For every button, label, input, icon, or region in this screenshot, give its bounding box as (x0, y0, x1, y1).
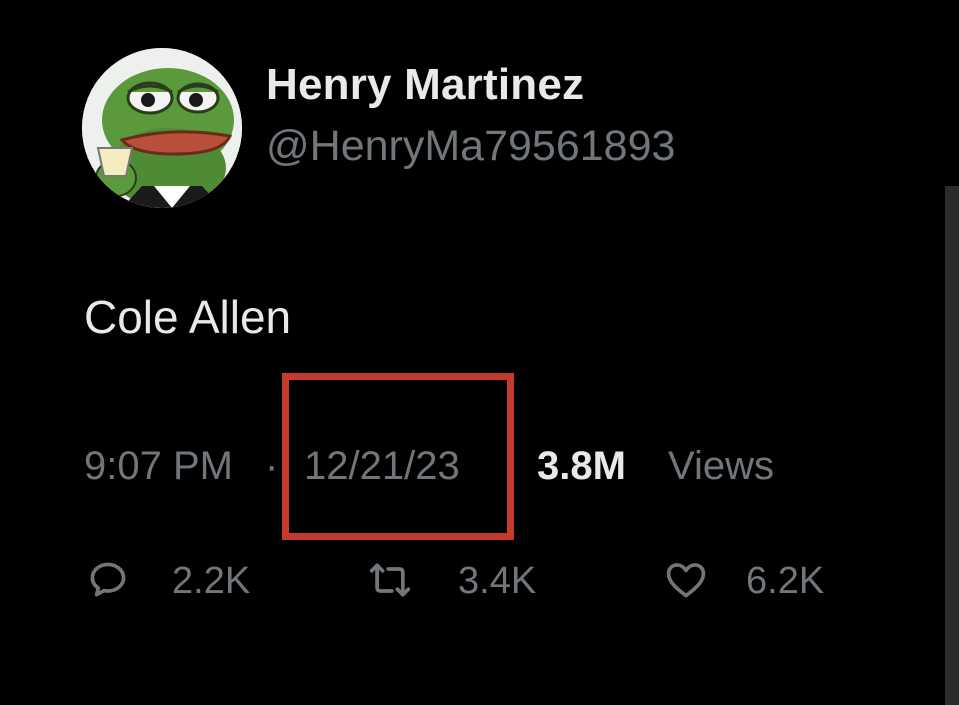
tweet-card: Henry Martinez @HenryMa79561893 Cole All… (0, 0, 959, 705)
heart-icon (666, 563, 706, 598)
tweet-time[interactable]: 9:07 PM (84, 444, 233, 489)
tweet-text: Cole Allen (84, 291, 292, 343)
pepe-frog-avatar-icon (82, 48, 242, 208)
like-count: 6.2K (746, 560, 825, 602)
meta-separator: · (265, 444, 279, 488)
reply-count: 2.2K (172, 560, 251, 602)
reply-bubble-icon (90, 562, 126, 597)
author-display-name[interactable]: Henry Martinez (266, 60, 584, 110)
avatar[interactable] (82, 48, 242, 208)
retweet-count: 3.4K (458, 560, 537, 602)
scrollbar-edge[interactable] (945, 186, 959, 705)
author-handle[interactable]: @HenryMa79561893 (266, 122, 675, 171)
date-highlight-box (282, 373, 514, 540)
views-label[interactable]: Views (668, 444, 774, 489)
retweet-icon (369, 563, 411, 597)
views-count[interactable]: 3.8M (537, 444, 626, 489)
